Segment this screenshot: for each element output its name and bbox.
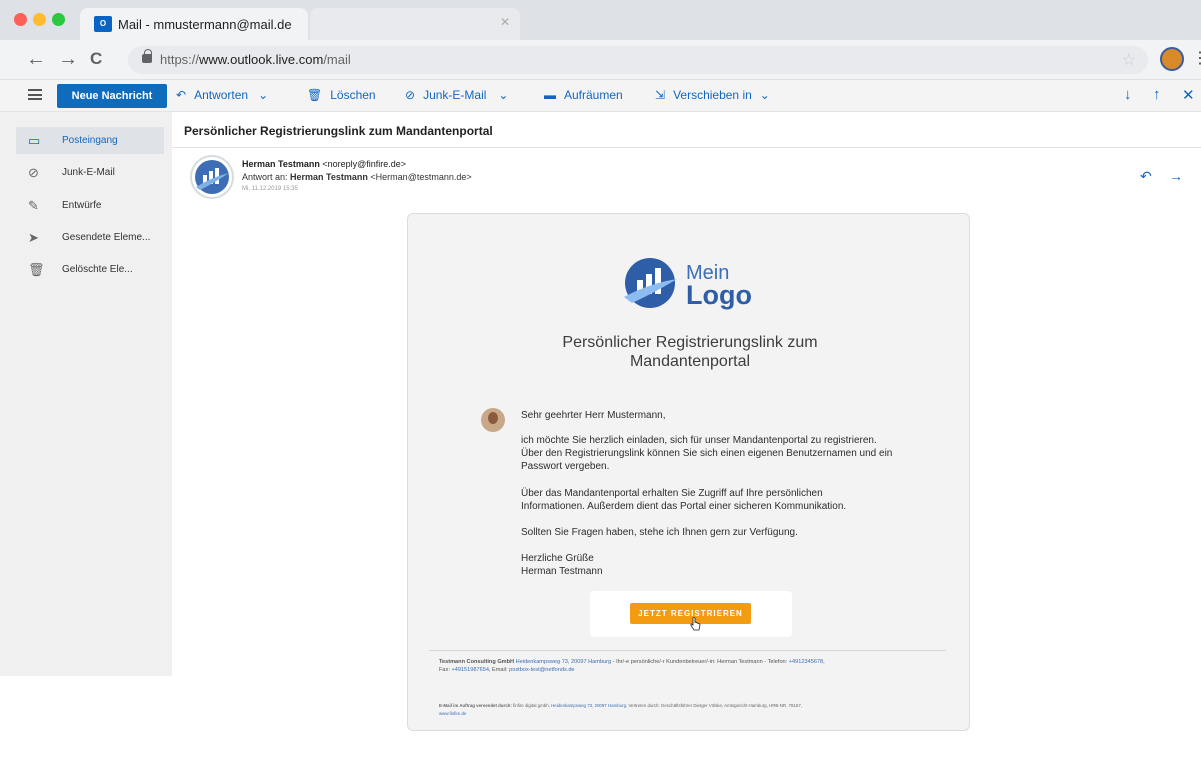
- sender-logo-icon: [195, 160, 229, 194]
- hand-cursor-icon: [690, 617, 701, 631]
- reply-button[interactable]: ↶ Antworten ⌄: [176, 88, 268, 102]
- close-icon[interactable]: ✕: [1182, 86, 1195, 104]
- footer-website-link[interactable]: www.finfire.de: [439, 711, 466, 716]
- logo-text-logo: Logo: [686, 280, 752, 310]
- minimize-window-button[interactable]: [33, 13, 46, 26]
- trash-icon: 🗑: [307, 88, 323, 102]
- footer-company-info: Testmann Consulting GmbH Heidenkampsweg …: [439, 659, 825, 673]
- maximize-window-button[interactable]: [52, 13, 65, 26]
- closing-text: Herzliche Grüße: [521, 553, 594, 564]
- arrow-down-icon[interactable]: ↓: [1124, 86, 1132, 103]
- forward-icon[interactable]: →: [58, 48, 78, 70]
- sidebar-item-junk[interactable]: ⊘ Junk-E-Mail: [16, 159, 164, 186]
- chevron-down-icon: ⌄: [258, 88, 269, 102]
- browser-titlebar: O Mail - mmustermann@mail.de ✕: [0, 0, 1201, 40]
- trash-icon: 🗑: [28, 262, 45, 277]
- lock-icon: [142, 49, 152, 63]
- block-icon: ⊘: [28, 165, 39, 180]
- footer-fax-link[interactable]: +49151987654: [451, 667, 489, 673]
- sidebar-item-label: Gesendete Eleme...: [62, 232, 151, 243]
- block-icon: ⊘: [405, 88, 416, 102]
- browser-tab-active[interactable]: O Mail - mmustermann@mail.de: [80, 8, 308, 40]
- company-logo-icon: [624, 258, 677, 308]
- email-heading: Persönlicher Registrierungslink zum Mand…: [562, 334, 818, 370]
- footer-email-link[interactable]: postbox-test@netfonds.de: [509, 667, 574, 673]
- delete-button[interactable]: 🗑 Löschen: [307, 88, 376, 102]
- url-text: https://www.outlook.live.com/mail: [160, 52, 351, 67]
- greeting-text: Sehr geehrter Herr Mustermann,: [521, 410, 666, 421]
- profile-avatar[interactable]: [1160, 47, 1184, 71]
- close-tab-icon[interactable]: ✕: [500, 15, 510, 29]
- move-button[interactable]: ⇲ Verschieben in ⌄: [655, 88, 770, 102]
- sidebar-item-label: Junk-E-Mail: [62, 167, 115, 178]
- arrow-up-icon[interactable]: ↑: [1153, 86, 1161, 103]
- browser-addressbar: ← → C https://www.outlook.live.com/mail …: [0, 40, 1201, 80]
- move-to-icon: ⇲: [655, 88, 666, 102]
- browser-tab-inactive[interactable]: ✕: [310, 8, 520, 40]
- footer-sender-info: E-Mail im Auftrag versendet durch: finfi…: [439, 703, 802, 716]
- sender-avatar[interactable]: [190, 155, 234, 199]
- reply-icon: ↶: [176, 88, 187, 102]
- sidebar-item-label: Gelöschte Ele...: [62, 264, 133, 275]
- email-date: Mi, 11.12.2019 15:35: [242, 186, 298, 192]
- sweep-button[interactable]: ▬ Aufräumen: [544, 88, 623, 102]
- hamburger-menu-icon[interactable]: [28, 89, 42, 100]
- paragraph-line: Über den Registrierungslink können Sie s…: [521, 448, 893, 459]
- back-icon[interactable]: ←: [26, 48, 46, 70]
- paragraph-line: Sollten Sie Fragen haben, stehe ich Ihne…: [521, 527, 798, 538]
- mail-toolbar: Neue Nachricht ↶ Antworten ⌄ 🗑 Löschen ⊘ Jun…: [0, 80, 1201, 112]
- delete-label: Löschen: [330, 88, 376, 102]
- folder-icon: ▬: [544, 88, 556, 102]
- paragraph-line: Passwort vergeben.: [521, 461, 610, 472]
- advisor-avatar: [481, 408, 505, 432]
- sidebar-item-label: Posteingang: [62, 135, 118, 146]
- sidebar-item-inbox[interactable]: ▭ Posteingang: [16, 127, 164, 154]
- forward-icon[interactable]: →: [1169, 168, 1183, 184]
- inbox-icon: ▭: [28, 133, 41, 148]
- outlook-icon: O: [94, 16, 112, 32]
- move-label: Verschieben in: [673, 88, 752, 102]
- footer-address-link[interactable]: Heidenkampsweg 73, 20097 Hamburg: [516, 659, 611, 665]
- junk-button[interactable]: ⊘ Junk-E-Mail ⌄: [405, 88, 508, 102]
- reply-icon[interactable]: ↶: [1140, 168, 1152, 185]
- header-divider: [172, 147, 1201, 148]
- close-window-button[interactable]: [14, 13, 27, 26]
- reload-icon[interactable]: C: [90, 48, 102, 70]
- sender-address: <noreply@finfire.de>: [322, 159, 407, 169]
- url-bar[interactable]: https://www.outlook.live.com/mail ☆: [128, 46, 1148, 74]
- send-icon: ➤: [28, 230, 39, 245]
- browser-menu-icon[interactable]: ⋮: [1192, 48, 1201, 68]
- new-message-button[interactable]: Neue Nachricht: [57, 84, 167, 108]
- paragraph-line: Informationen. Außerdem dient das Portal…: [521, 501, 847, 512]
- tab-title: Mail - mmustermann@mail.de: [118, 17, 292, 32]
- sender-name: Herman Testmann: [242, 159, 320, 169]
- email-subject: Persönlicher Registrierungslink zum Mand…: [184, 124, 493, 138]
- sidebar-item-sent[interactable]: ➤ Gesendete Eleme...: [16, 224, 164, 251]
- sidebar-item-label: Entwürfe: [62, 200, 102, 211]
- footer-divider: [429, 650, 946, 651]
- bookmark-star-icon[interactable]: ☆: [1122, 50, 1136, 70]
- folder-sidebar: ▭ Posteingang ⊘ Junk-E-Mail ✎ Entwürfe ➤…: [0, 112, 172, 676]
- paragraph-line: Über das Mandantenportal erhalten Sie Zu…: [521, 488, 823, 499]
- junk-label: Junk-E-Mail: [423, 88, 487, 102]
- pencil-icon: ✎: [28, 198, 39, 213]
- chevron-down-icon: ⌄: [759, 88, 770, 102]
- paragraph-line: ich möchte Sie herzlich einladen, sich f…: [521, 435, 877, 446]
- signature-text: Herman Testmann: [521, 566, 603, 577]
- footer-sender-address-link[interactable]: Heidenkampsweg 73, 20097 Hamburg: [551, 703, 626, 708]
- reply-label: Antworten: [194, 88, 249, 102]
- footer-phone-link[interactable]: +4912345678: [789, 659, 823, 665]
- sidebar-item-drafts[interactable]: ✎ Entwürfe: [16, 192, 164, 219]
- sidebar-item-deleted[interactable]: 🗑 Gelöschte Ele...: [16, 256, 164, 283]
- sender-line[interactable]: Herman Testmann <noreply@finfire.de>: [242, 159, 406, 169]
- sweep-label: Aufräumen: [564, 88, 623, 102]
- reply-to-line: Antwort an: Herman Testmann <Herman@test…: [242, 172, 472, 182]
- chevron-down-icon: ⌄: [498, 88, 509, 102]
